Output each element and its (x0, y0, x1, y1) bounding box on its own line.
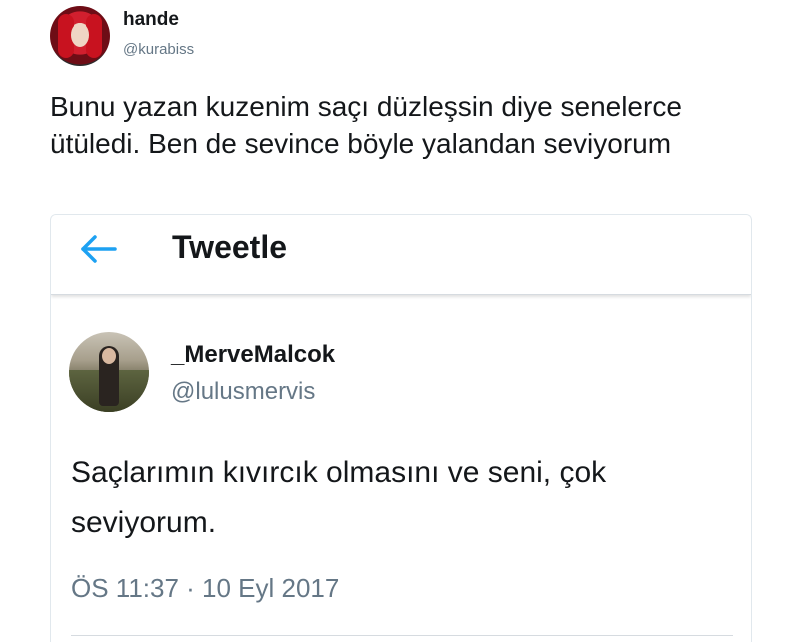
author-avatar[interactable] (50, 6, 110, 66)
embedded-divider (71, 635, 733, 636)
embedded-tweet-timestamp: ÖS 11:37 · 10 Eyl 2017 (71, 573, 340, 603)
embedded-header-bar: Tweetle (51, 215, 751, 295)
embedded-tweet-text: Saçlarımın kıvırcık olmasını ve seni, ço… (71, 456, 607, 539)
embedded-author-display-name: _MerveMalcok (171, 341, 336, 368)
arrow-left-icon (81, 235, 117, 263)
embedded-screenshot[interactable]: Tweetle _MerveMalcok @lulusmervis Saçlar… (50, 214, 752, 642)
embedded-page-title: Tweetle (172, 229, 287, 265)
tweet-text: Bunu yazan kuzenim saçı düzleşsin diye s… (50, 91, 682, 159)
author-display-name[interactable]: hande (123, 9, 179, 31)
embedded-author-handle: @lulusmervis (171, 378, 316, 405)
embedded-author-avatar (69, 332, 149, 412)
tweet-page: hande @kurabiss Bunu yazan kuzenim saçı … (0, 0, 799, 642)
author-handle[interactable]: @kurabiss (123, 41, 194, 58)
